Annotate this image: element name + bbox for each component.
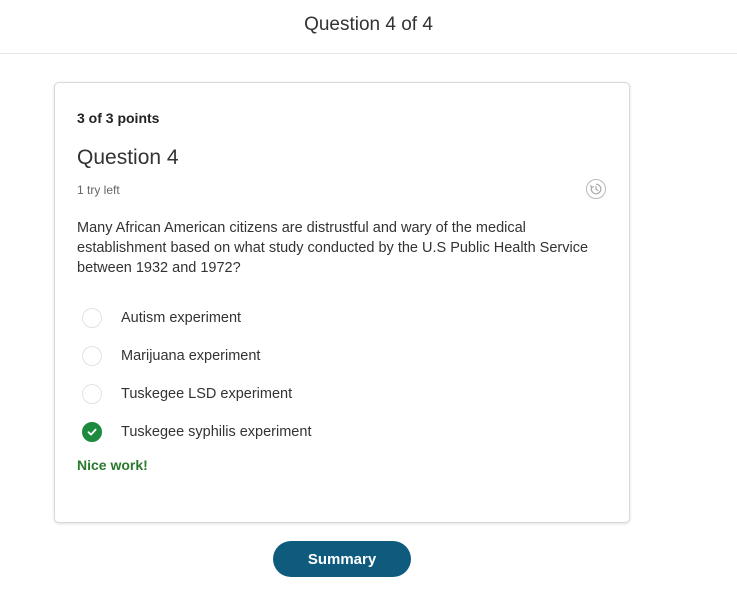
answer-options: Autism experiment Marijuana experiment T… <box>82 299 602 451</box>
radio-button-selected[interactable] <box>82 422 102 442</box>
feedback-message: Nice work! <box>77 457 148 473</box>
page-title: Question 4 of 4 <box>304 14 433 35</box>
history-icon <box>590 183 602 195</box>
summary-button[interactable]: Summary <box>273 541 411 577</box>
answer-label: Tuskegee syphilis experiment <box>121 424 312 440</box>
checkmark-icon <box>87 428 97 436</box>
points-score: 3 of 3 points <box>77 110 160 126</box>
answer-label: Autism experiment <box>121 310 242 326</box>
radio-button[interactable] <box>82 384 102 404</box>
answer-label: Marijuana experiment <box>121 348 261 364</box>
answer-option[interactable]: Marijuana experiment <box>82 337 602 375</box>
radio-button[interactable] <box>82 346 102 366</box>
question-title: Question 4 <box>77 146 179 169</box>
question-card: 3 of 3 points Question 4 1 try left Many… <box>54 82 630 523</box>
tries-left: 1 try left <box>77 183 120 197</box>
answer-option[interactable]: Autism experiment <box>82 299 602 337</box>
header-bar: Question 4 of 4 <box>0 0 737 54</box>
question-text: Many African American citizens are distr… <box>77 220 589 276</box>
answer-option-correct[interactable]: Tuskegee syphilis experiment <box>82 413 602 451</box>
radio-button[interactable] <box>82 308 102 328</box>
answer-label: Tuskegee LSD experiment <box>121 386 293 402</box>
answer-option[interactable]: Tuskegee LSD experiment <box>82 375 602 413</box>
history-button[interactable] <box>586 179 606 199</box>
